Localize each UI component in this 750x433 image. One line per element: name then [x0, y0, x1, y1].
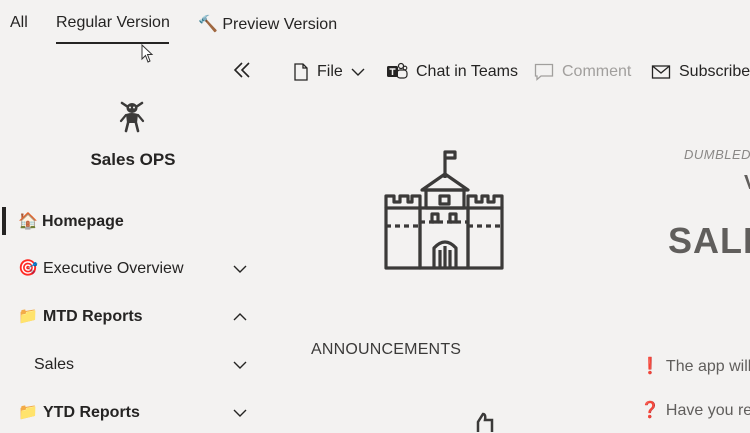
comment-icon — [534, 63, 554, 81]
sidebar-item-executive-overview[interactable]: 🎯 Executive Overview — [0, 249, 266, 289]
file-button[interactable]: File — [293, 61, 365, 83]
dumbledore-subtitle: DUMBLED — [684, 147, 750, 162]
file-icon — [294, 63, 308, 81]
folder-icon: 📁 — [18, 308, 38, 325]
sidebar-item-homepage[interactable]: 🏠 Homepage — [0, 202, 266, 242]
chevron-down-icon[interactable] — [232, 407, 248, 419]
chevron-down-icon[interactable] — [232, 359, 248, 371]
announcements-heading: ANNOUNCEMENTS — [311, 341, 462, 358]
house-icon: 🏠 — [18, 213, 38, 230]
sidebar-item-ytd-reports[interactable]: 📁 YTD Reports — [0, 393, 266, 433]
chat-in-teams-button[interactable]: Chat in Teams — [386, 61, 518, 83]
site-title: Sales OPS — [90, 150, 176, 169]
chevron-up-icon[interactable] — [232, 311, 248, 323]
target-icon: 🎯 — [18, 260, 38, 277]
question-icon: ❓ — [640, 402, 660, 419]
mail-icon — [651, 65, 671, 79]
sidebar-item-mtd-reports[interactable]: 📁 MTD Reports — [0, 297, 266, 337]
hammer-icon: 🔨 — [198, 16, 218, 33]
chevron-down-icon — [351, 68, 365, 76]
thumbs-up-icon — [476, 412, 494, 432]
comment-button[interactable]: Comment — [534, 61, 631, 83]
folder-icon: 📁 — [18, 404, 38, 421]
goblin-icon — [119, 101, 145, 133]
mouse-cursor-icon — [141, 44, 154, 63]
sidebar-item-sales[interactable]: Sales — [0, 345, 266, 385]
collapse-nav-icon[interactable] — [230, 58, 254, 82]
tab-regular-version[interactable]: Regular Version — [56, 14, 170, 32]
note-app: ❗ The app will — [640, 358, 750, 375]
tab-all[interactable]: All — [10, 14, 28, 32]
castle-icon — [384, 150, 504, 270]
tab-preview-version[interactable]: 🔨 Preview Version — [198, 14, 337, 34]
note-registered: ❓Have you reg — [640, 402, 750, 419]
chevron-down-icon[interactable] — [232, 263, 248, 275]
exclamation-icon: ❗ — [640, 358, 660, 375]
teams-icon — [387, 62, 408, 79]
subscribe-button[interactable]: Subscribe — [651, 61, 750, 83]
heading-fragment: V — [744, 172, 750, 195]
sales-heading: SALE — [668, 220, 750, 261]
